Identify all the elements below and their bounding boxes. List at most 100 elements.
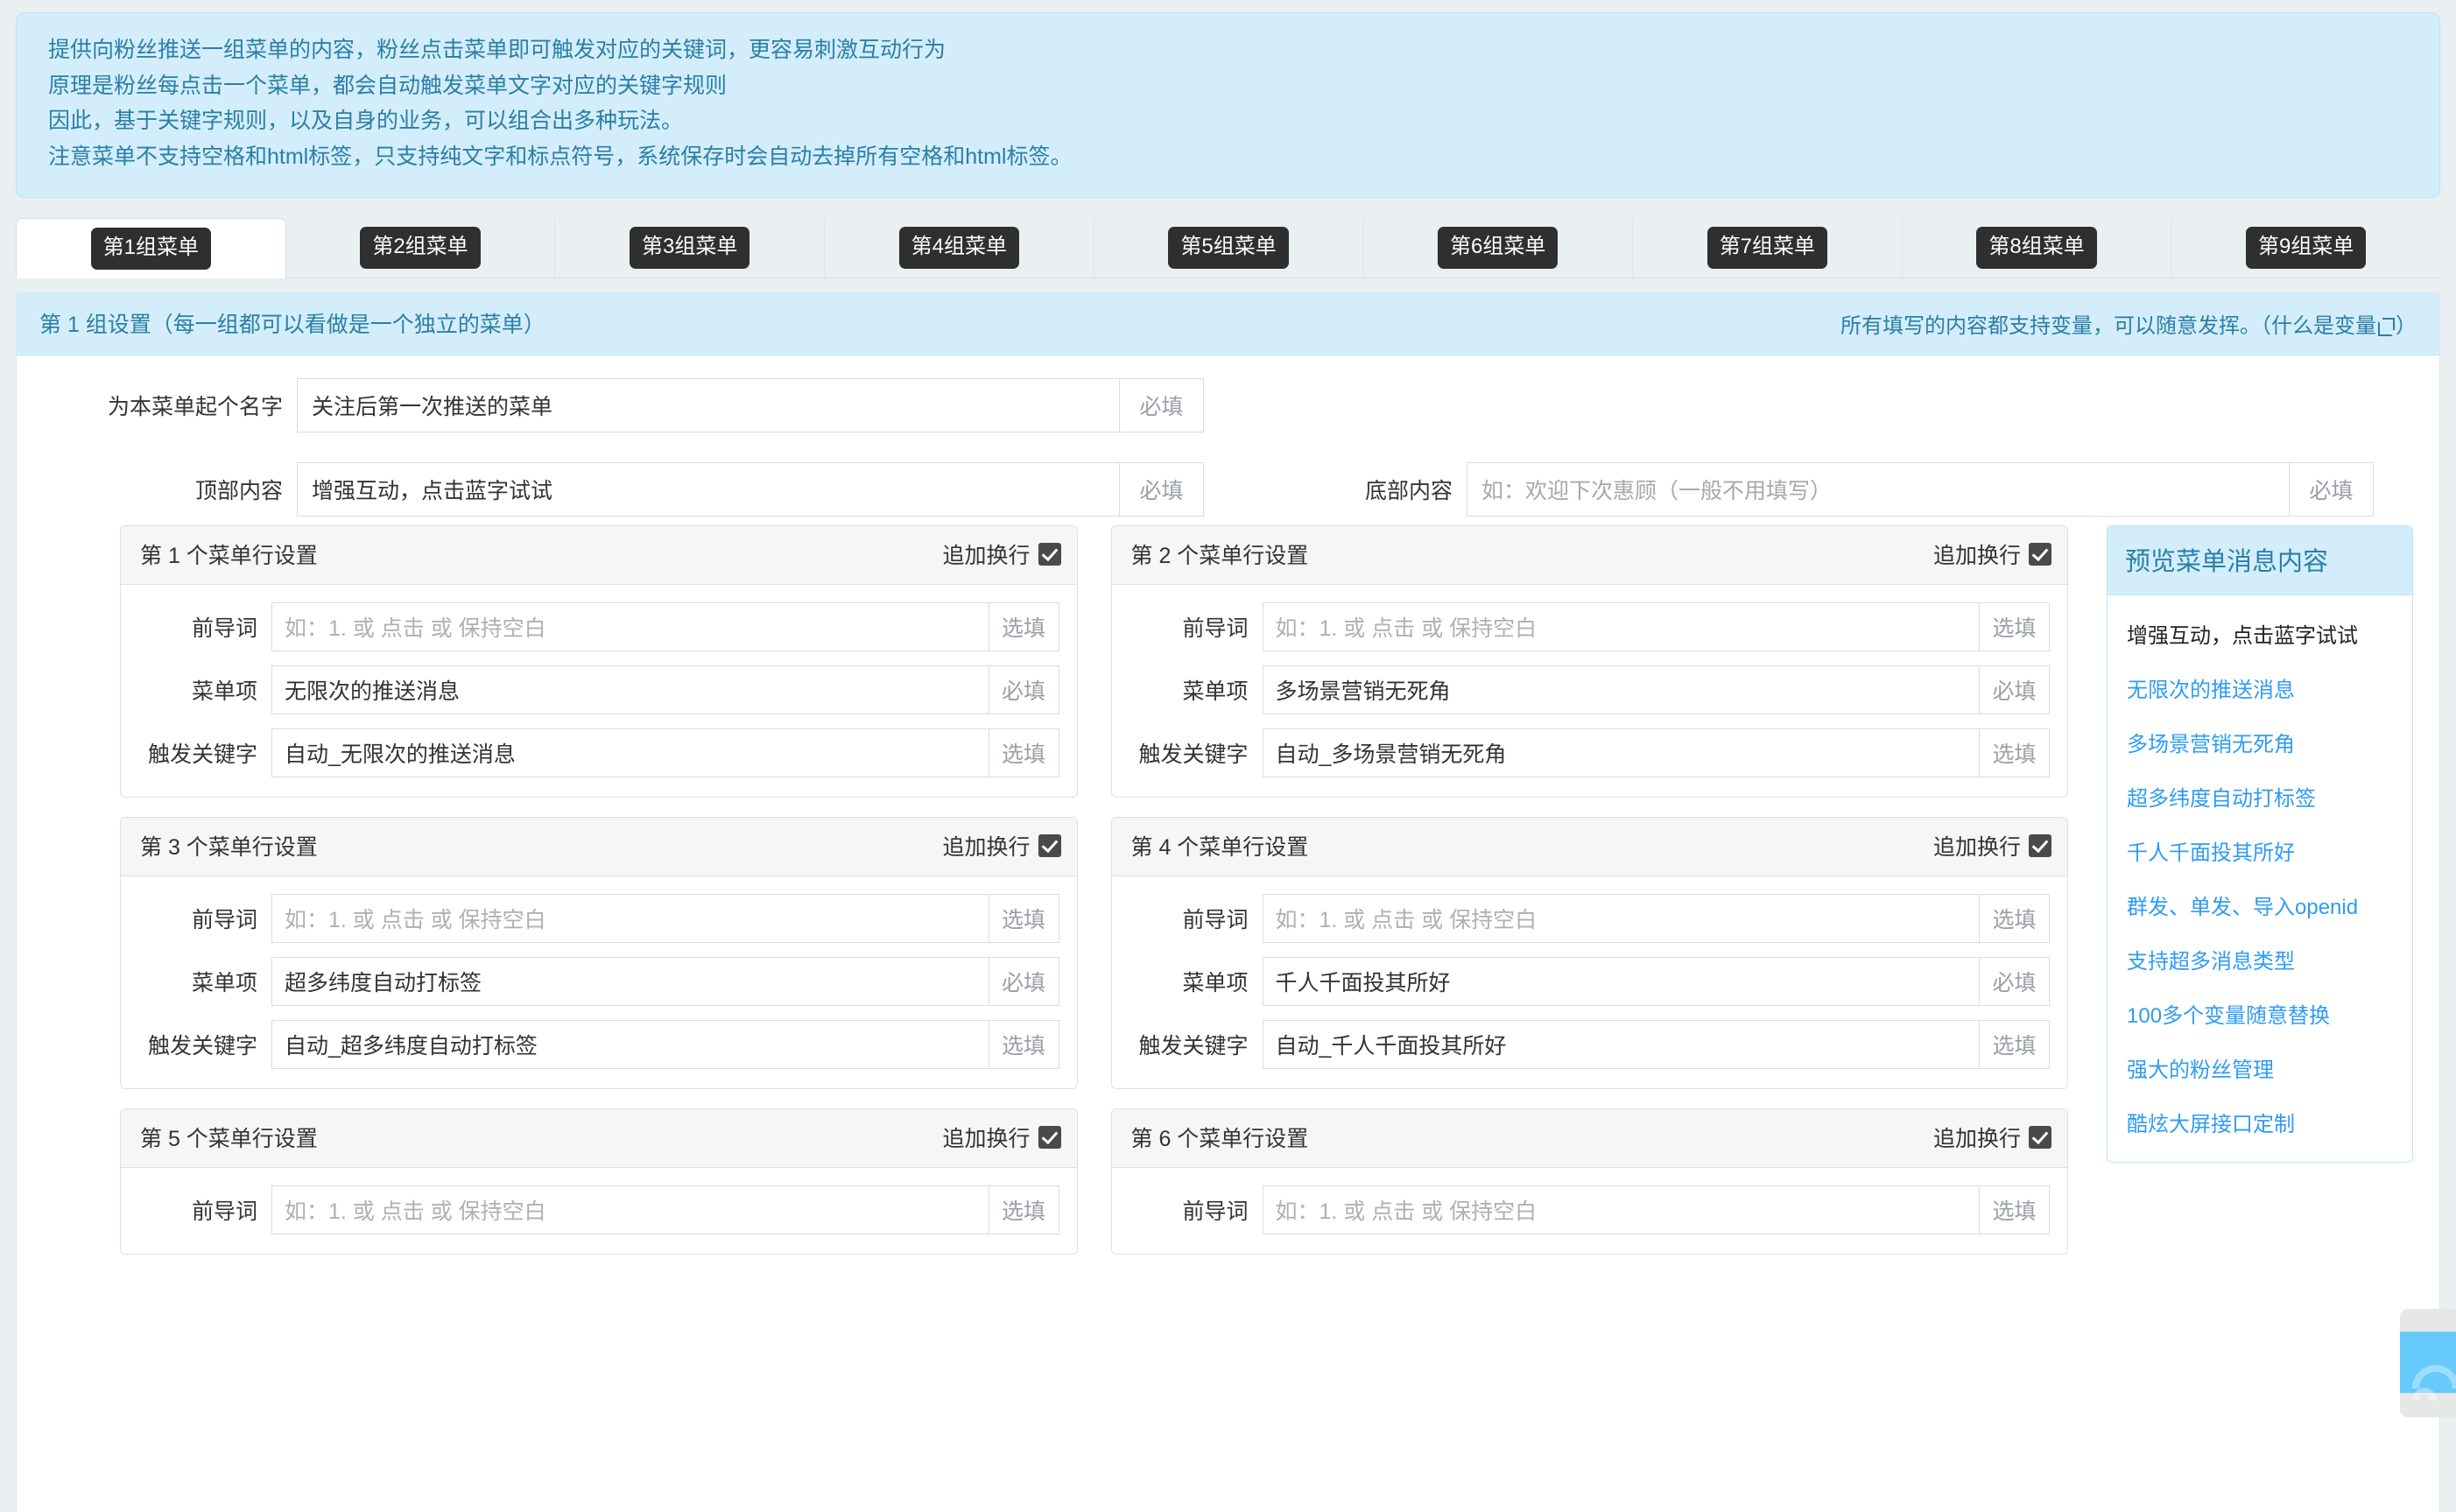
tab-group-8-label: 第8组菜单: [1976, 227, 2097, 269]
menu-row-6-prefix-row: 前导词 如：1. 或 点击 或 保持空白 选填: [1129, 1185, 2050, 1234]
menu-row-2-keyword-input[interactable]: 自动_多场景营销无死角: [1262, 728, 1980, 777]
tab-group-8[interactable]: 第8组菜单: [1903, 218, 2172, 278]
bottom-content-label: 底部内容: [1364, 479, 1453, 503]
menu-row-4-prefix-input[interactable]: 如：1. 或 点击 或 保持空白: [1262, 894, 1980, 943]
menu-row-6-prefix-badge: 选填: [1980, 1185, 2050, 1234]
tab-group-3[interactable]: 第3组菜单: [555, 218, 826, 278]
menu-row-4-newline-toggle[interactable]: 追加换行: [1933, 830, 2051, 861]
top-content-row: 顶部内容 增强互动，点击蓝字试试 必填: [43, 462, 1204, 517]
menu-row-1-keyword-badge: 选填: [989, 728, 1059, 777]
tab-group-7[interactable]: 第7组菜单: [1633, 218, 1903, 278]
menu-row-6-prefix-input[interactable]: 如：1. 或 点击 或 保持空白: [1262, 1185, 1980, 1234]
tab-group-4[interactable]: 第4组菜单: [825, 218, 1094, 278]
menu-row-2-item-input[interactable]: 多场景营销无死角: [1262, 665, 1980, 714]
menu-row-2-header: 第 2 个菜单行设置 追加换行: [1111, 526, 2067, 585]
preview-line-1[interactable]: 无限次的推送消息: [2127, 672, 2395, 703]
menu-row-1-item-input[interactable]: 无限次的推送消息: [271, 665, 989, 714]
preview-line-7[interactable]: 100多个变量随意替换: [2127, 998, 2395, 1029]
panel-header-note-text: 所有填写的内容都支持变量，可以随意发挥。（什么是变量: [1840, 313, 2376, 338]
menu-row-1-newline-toggle[interactable]: 追加换行: [942, 538, 1061, 570]
bottom-content-row: 底部内容 如：欢迎下次惠顾（一般不用填写） 必填: [1300, 462, 2374, 517]
preview-line-4[interactable]: 千人千面投其所好: [2127, 835, 2395, 866]
preview-panel-title: 预览菜单消息内容: [2108, 526, 2412, 595]
preview-line-3[interactable]: 超多纬度自动打标签: [2127, 781, 2395, 812]
menu-row-6-body: 前导词 如：1. 或 点击 或 保持空白 选填: [1112, 1168, 2068, 1254]
menu-row-2-newline-toggle[interactable]: 追加换行: [1933, 538, 2051, 570]
checkbox-checked-icon[interactable]: [1038, 834, 1061, 857]
menu-row-1-prefix-row: 前导词 如：1. 或 点击 或 保持空白 选填: [138, 602, 1059, 651]
menu-row-2-item-row: 菜单项 多场景营销无死角 必填: [1129, 665, 2050, 714]
preview-line-6[interactable]: 支持超多消息类型: [2127, 944, 2395, 974]
checkbox-checked-icon[interactable]: [1038, 543, 1061, 566]
menu-row-2-keyword-label: 触发关键字: [1138, 742, 1249, 767]
top-content-label: 顶部内容: [194, 479, 283, 503]
menu-row-5-header: 第 5 个菜单行设置 追加换行: [121, 1109, 1077, 1168]
tab-group-2[interactable]: 第2组菜单: [286, 218, 556, 278]
menu-row-4-body: 前导词 如：1. 或 点击 或 保持空白 选填 菜单项 千人千面投其所好 必填 …: [1112, 876, 2068, 1088]
menu-row-4-keyword-badge: 选填: [1980, 1020, 2050, 1069]
floating-service-widget[interactable]: [2400, 1309, 2456, 1417]
menu-row-5-title: 第 5 个菜单行设置: [140, 1127, 318, 1151]
menu-row-1-body: 前导词 如：1. 或 点击 或 保持空白 选填 菜单项 无限次的推送消息 必填 …: [121, 585, 1077, 797]
menu-row-2-prefix-input[interactable]: 如：1. 或 点击 或 保持空白: [1262, 602, 1980, 651]
preview-line-8[interactable]: 强大的粉丝管理: [2127, 1052, 2395, 1083]
tab-group-5[interactable]: 第5组菜单: [1094, 218, 1364, 278]
menu-row-6-newline-toggle[interactable]: 追加换行: [1933, 1122, 2051, 1153]
menu-row-5-body: 前导词 如：1. 或 点击 或 保持空白 选填: [121, 1168, 1077, 1254]
checkbox-checked-icon[interactable]: [2029, 1126, 2051, 1149]
menu-row-3-item-row: 菜单项 超多纬度自动打标签 必填: [138, 957, 1059, 1006]
panel-body: 为本菜单起个名字 关注后第一次推送的菜单 必填 顶部内容 增强互动，点击蓝字试试…: [17, 355, 2439, 1255]
panel-header-note: 所有填写的内容都支持变量，可以随意发挥。（什么是变量 ）: [1840, 308, 2417, 339]
intro-line-2: 原理是粉丝每点击一个菜单，都会自动触发菜单文字对应的关键字规则: [48, 73, 728, 98]
menu-row-6-prefix-label: 前导词: [1182, 1199, 1249, 1224]
menu-row-1-keyword-row: 触发关键字 自动_无限次的推送消息 选填: [138, 728, 1059, 777]
menu-row-3-prefix-label: 前导词: [191, 908, 257, 932]
menu-row-5-prefix-row: 前导词 如：1. 或 点击 或 保持空白 选填: [138, 1185, 1059, 1234]
preview-line-5[interactable]: 群发、单发、导入openid: [2127, 890, 2395, 920]
menu-row-3-item-badge: 必填: [989, 957, 1059, 1006]
menu-row-3-prefix-input[interactable]: 如：1. 或 点击 或 保持空白: [271, 894, 989, 943]
menu-row-1-header: 第 1 个菜单行设置 追加换行: [121, 526, 1077, 585]
menu-row-6-header: 第 6 个菜单行设置 追加换行: [1111, 1109, 2067, 1168]
rows-and-preview: 第 1 个菜单行设置 追加换行 前导词 如：1. 或 点击 或 保持空白 选填: [43, 525, 2413, 1255]
intro-line-1: 提供向粉丝推送一组菜单的内容，粉丝点击菜单即可触发对应的关键词，更容易刺激互动行…: [48, 38, 947, 62]
intro-line-3: 因此，基于关键字规则，以及自身的业务，可以组合出多种玩法。: [48, 109, 684, 133]
tab-group-7-label: 第7组菜单: [1707, 227, 1828, 269]
menu-row-3-keyword-input[interactable]: 自动_超多纬度自动打标签: [271, 1020, 989, 1069]
intro-banner: 提供向粉丝推送一组菜单的内容，粉丝点击菜单即可触发对应的关键词，更容易刺激互动行…: [16, 12, 2440, 198]
preview-line-2[interactable]: 多场景营销无死角: [2127, 727, 2395, 757]
tab-group-6[interactable]: 第6组菜单: [1363, 218, 1634, 278]
top-content-input[interactable]: 增强互动，点击蓝字试试: [297, 462, 1120, 517]
bottom-content-input[interactable]: 如：欢迎下次惠顾（一般不用填写）: [1467, 462, 2290, 517]
menu-name-required-badge: 必填: [1120, 378, 1204, 433]
menu-row-2-keyword-row: 触发关键字 自动_多场景营销无死角 选填: [1129, 728, 2050, 777]
menu-row-5-prefix-input[interactable]: 如：1. 或 点击 或 保持空白: [271, 1185, 989, 1234]
menu-row-3-keyword-label: 触发关键字: [147, 1034, 257, 1058]
preview-line-0: 增强互动，点击蓝字试试: [2127, 624, 2358, 648]
tab-group-9[interactable]: 第9组菜单: [2171, 218, 2440, 278]
menu-row-card-1: 第 1 个菜单行设置 追加换行 前导词 如：1. 或 点击 或 保持空白 选填: [120, 525, 1078, 798]
panel-header-title: 第 1 组设置（每一组都可以看做是一个独立的菜单）: [39, 313, 545, 337]
menu-row-3-keyword-row: 触发关键字 自动_超多纬度自动打标签 选填: [138, 1020, 1059, 1069]
panel-header: 第 1 组设置（每一组都可以看做是一个独立的菜单） 所有填写的内容都支持变量，可…: [17, 293, 2439, 355]
wifi-signal-icon: [2402, 1354, 2456, 1417]
checkbox-checked-icon[interactable]: [1038, 1126, 1061, 1149]
menu-row-3-newline-toggle[interactable]: 追加换行: [942, 830, 1061, 861]
menu-row-1-keyword-input[interactable]: 自动_无限次的推送消息: [271, 728, 989, 777]
checkbox-checked-icon[interactable]: [2029, 543, 2051, 566]
menu-row-card-5: 第 5 个菜单行设置 追加换行 前导词 如：1. 或 点击 或 保持空白 选填: [120, 1108, 1078, 1255]
menu-row-card-6: 第 6 个菜单行设置 追加换行 前导词 如：1. 或 点击 或 保持空白 选填: [1110, 1108, 2068, 1255]
preview-panel-body: 增强互动，点击蓝字试试 无限次的推送消息 多场景营销无死角 超多纬度自动打标签 …: [2108, 595, 2412, 1162]
menu-name-input[interactable]: 关注后第一次推送的菜单: [297, 378, 1120, 433]
external-link-icon[interactable]: [2378, 317, 2395, 336]
menu-group-tabs: 第1组菜单 第2组菜单 第3组菜单 第4组菜单 第5组菜单 第6组菜单 第7组菜…: [16, 217, 2440, 278]
tab-group-1[interactable]: 第1组菜单: [16, 218, 286, 278]
preview-line-9[interactable]: 酷炫大屏接口定制: [2127, 1107, 2395, 1137]
menu-row-4-item-input[interactable]: 千人千面投其所好: [1262, 957, 1980, 1006]
checkbox-checked-icon[interactable]: [2029, 834, 2051, 857]
menu-row-4-item-badge: 必填: [1980, 957, 2050, 1006]
menu-row-4-keyword-input[interactable]: 自动_千人千面投其所好: [1262, 1020, 1980, 1069]
menu-row-5-newline-toggle[interactable]: 追加换行: [942, 1122, 1061, 1153]
menu-row-3-item-input[interactable]: 超多纬度自动打标签: [271, 957, 989, 1006]
menu-row-1-prefix-input[interactable]: 如：1. 或 点击 或 保持空白: [271, 602, 989, 651]
